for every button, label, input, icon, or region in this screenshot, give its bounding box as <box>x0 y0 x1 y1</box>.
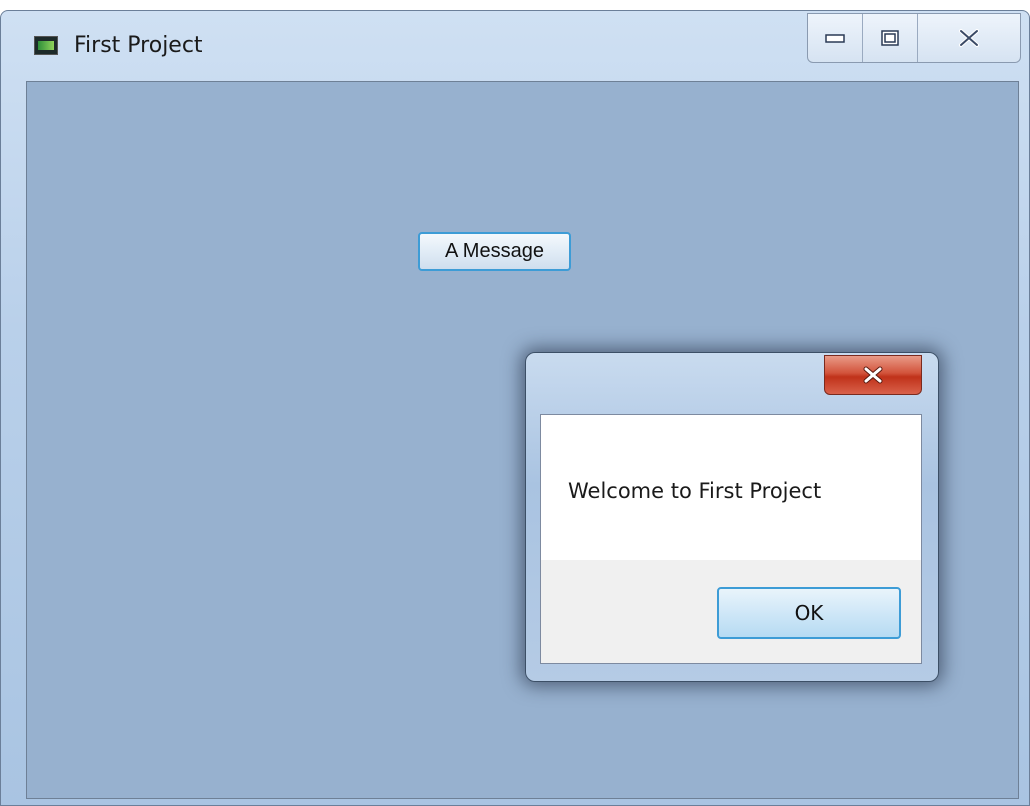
title-bar[interactable]: First Project <box>1 11 1029 75</box>
window-title: First Project <box>74 33 203 58</box>
message-box-content: Welcome to First Project OK <box>540 414 922 664</box>
close-button[interactable] <box>918 14 1020 62</box>
message-area: Welcome to First Project <box>541 415 921 560</box>
maximize-icon <box>881 30 899 46</box>
message-box-dialog: Welcome to First Project OK <box>525 352 939 682</box>
minimize-button[interactable] <box>808 14 863 62</box>
message-text: Welcome to First Project <box>568 479 822 503</box>
minimize-icon <box>825 34 845 43</box>
app-icon[interactable] <box>34 36 58 55</box>
close-icon <box>959 29 979 47</box>
ok-button[interactable]: OK <box>717 587 901 639</box>
caption-buttons <box>807 13 1021 63</box>
message-box-close-button[interactable] <box>824 355 922 395</box>
a-message-button[interactable]: A Message <box>418 232 571 271</box>
maximize-button[interactable] <box>863 14 918 62</box>
close-icon <box>863 366 883 384</box>
